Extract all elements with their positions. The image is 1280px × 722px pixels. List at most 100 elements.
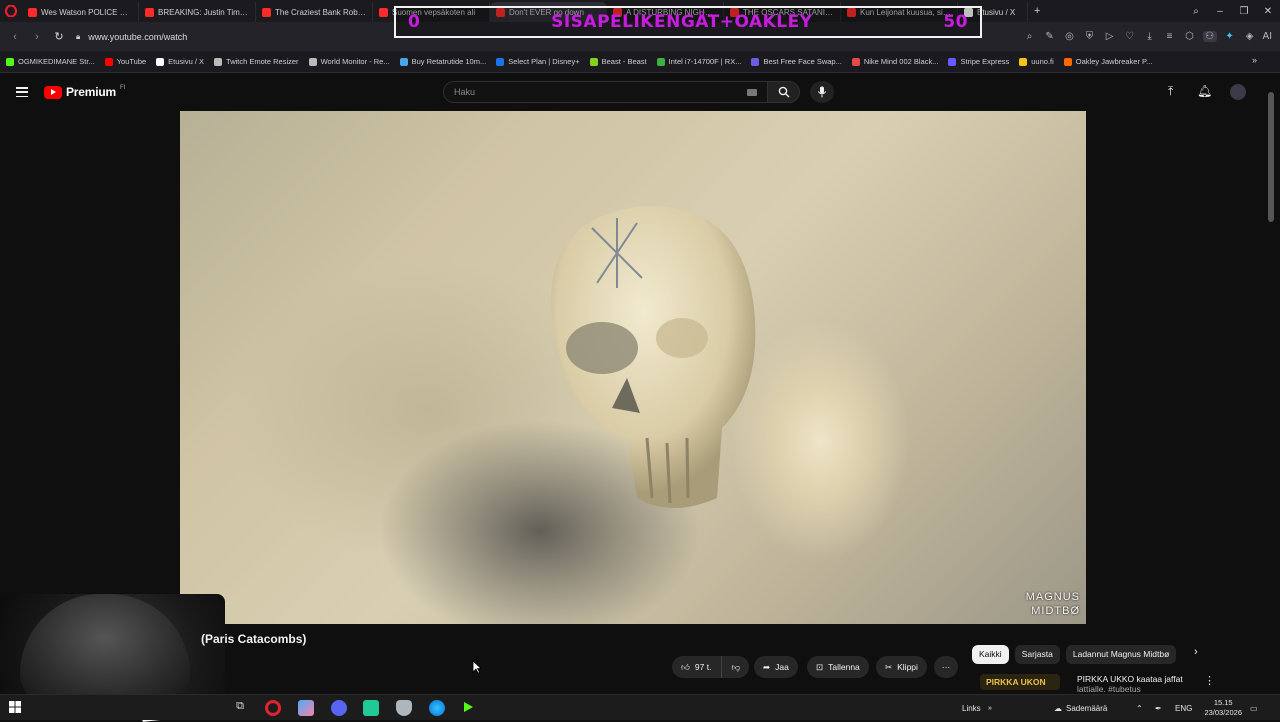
filter-chip[interactable]: Ladannut Magnus Midtbø xyxy=(1065,644,1177,664)
recommendation-thumbnail[interactable]: PIRKKA UKON xyxy=(980,674,1060,690)
bookmark-item[interactable]: Intel i7-14700F | RX... xyxy=(656,57,741,66)
url-field[interactable]: 🔒︎ www.youtube.com/watch xyxy=(76,32,187,42)
reload-icon[interactable]: ↻ xyxy=(48,30,70,43)
bookmark-item[interactable]: uuno.fi xyxy=(1019,57,1054,66)
ai-icon[interactable]: ✦ xyxy=(1223,31,1237,42)
bookmark-item[interactable]: Nike Mind 002 Black... xyxy=(851,57,938,66)
tray-links-chevron-icon[interactable]: » xyxy=(988,695,992,721)
notifications-icon[interactable]: ▭ xyxy=(1250,695,1258,721)
recommendation-title[interactable]: PIRKKA UKKO kaataa jaffat lattialle. #tu… xyxy=(1077,674,1183,694)
filter-chip[interactable]: Sarjasta xyxy=(1014,644,1060,664)
windows-start-icon[interactable] xyxy=(8,700,24,716)
bookmark-item[interactable]: Oakley Jawbreaker P... xyxy=(1063,57,1152,66)
search-input[interactable]: Haku xyxy=(443,81,768,103)
tray-up-icon[interactable]: ⌃ xyxy=(1136,695,1143,721)
search-placeholder: Haku xyxy=(454,87,476,97)
kick-taskbar-icon[interactable] xyxy=(461,700,477,716)
clip-button[interactable]: ✂ Klippi xyxy=(876,656,927,678)
bookmark-item[interactable]: Select Plan | Disney+ xyxy=(496,57,580,66)
language-indicator[interactable]: ENG xyxy=(1175,695,1192,721)
upload-icon[interactable]: ⤒ xyxy=(1168,84,1173,99)
like-dislike-group: 👍︎ 97 t. 👎︎ xyxy=(672,656,750,678)
pen-icon[interactable]: ✒ xyxy=(1155,695,1162,721)
thumbs-up-icon: 👍︎ xyxy=(681,661,690,672)
opera-taskbar-icon[interactable] xyxy=(265,700,281,716)
bookmark-label: OGMIKEDIMANE Str... xyxy=(18,57,95,66)
download-icon[interactable]: ⤓ xyxy=(1143,31,1157,42)
menu-list-icon[interactable]: ≡ xyxy=(1163,31,1177,42)
save-button[interactable]: ⊡ Tallenna xyxy=(807,656,869,678)
browser-tab[interactable]: BREAKING: Justin Timberl xyxy=(139,2,256,22)
share-button[interactable]: ➦ Jaa xyxy=(754,656,798,678)
camera-icon[interactable]: ◎ xyxy=(1063,31,1077,42)
minimize-icon[interactable]: – xyxy=(1208,6,1232,17)
chips-next-icon[interactable]: › xyxy=(1194,646,1198,658)
profile-icon[interactable]: ⚇ xyxy=(1202,31,1217,42)
scissors-icon: ✂ xyxy=(885,661,893,672)
browser-search-icon[interactable]: ⌕ xyxy=(1184,6,1208,17)
task-view-icon[interactable]: ⧉ xyxy=(232,700,248,716)
browser-tab[interactable]: The Craziest Bank Robber xyxy=(256,2,373,22)
voice-search-button[interactable] xyxy=(810,81,834,103)
system-clock[interactable]: 15.15 23/03/2026 xyxy=(1204,698,1242,718)
youtube-play-icon xyxy=(44,85,62,99)
bookmark-label: Select Plan | Disney+ xyxy=(508,57,580,66)
restore-icon[interactable]: ❐ xyxy=(1232,6,1256,17)
recommendation-menu-icon[interactable]: ⋮ xyxy=(1204,674,1215,687)
bookmark-item[interactable]: YouTube xyxy=(104,57,146,66)
filter-chip[interactable]: Kaikki xyxy=(972,644,1009,664)
bookmark-item[interactable]: Stripe Express xyxy=(948,57,1009,66)
mouse-cursor-icon xyxy=(472,660,482,674)
ai-button[interactable]: AI xyxy=(1263,31,1272,42)
app-taskbar-icon[interactable] xyxy=(298,700,314,716)
hamburger-menu-icon[interactable] xyxy=(16,87,28,97)
bookmark-favicon-icon xyxy=(656,57,665,66)
tray-links[interactable]: Links xyxy=(962,695,981,721)
bookmark-item[interactable]: OGMIKEDIMANE Str... xyxy=(6,57,95,66)
opera-logo-icon[interactable] xyxy=(0,0,22,22)
more-actions-button[interactable]: ··· xyxy=(934,656,958,678)
bookmarks-overflow-icon[interactable]: » xyxy=(1252,55,1257,65)
shield-icon[interactable]: ⛨ xyxy=(1083,31,1097,42)
bookmark-item[interactable]: World Monitor - Re... xyxy=(308,57,390,66)
bookmark-item[interactable]: Best Free Face Swap... xyxy=(751,57,842,66)
search-button[interactable] xyxy=(768,81,800,103)
bookmark-item[interactable]: Buy Retatrutide 10m... xyxy=(399,57,486,66)
dislike-button[interactable]: 👎︎ xyxy=(721,656,750,678)
account-avatar[interactable] xyxy=(1230,84,1246,100)
shield-app-taskbar-icon[interactable] xyxy=(396,700,412,716)
edge-taskbar-icon[interactable] xyxy=(429,700,445,716)
notifications-bell-icon[interactable]: 🔔︎ xyxy=(1197,84,1212,98)
forward-icon[interactable]: › xyxy=(26,31,48,43)
cube-icon[interactable]: ◈ xyxy=(1243,31,1257,42)
video-player[interactable]: MAGNUS MIDTBØ xyxy=(180,111,1086,624)
new-tab-button[interactable]: + xyxy=(1028,1,1046,21)
tab-label: Wes Watson POLICE REPO xyxy=(41,7,132,17)
bookmark-favicon-icon xyxy=(156,57,165,66)
close-icon[interactable]: ✕ xyxy=(1256,6,1280,17)
bookmark-favicon-icon xyxy=(1063,57,1072,66)
tab-label: The Craziest Bank Robber xyxy=(275,7,366,17)
youtube-premium-logo[interactable]: Premium FI xyxy=(44,85,125,99)
heart-icon[interactable]: ♡ xyxy=(1123,31,1137,42)
keyboard-icon[interactable] xyxy=(747,89,757,96)
youtube-favicon-icon xyxy=(262,7,271,17)
page-scrollbar[interactable] xyxy=(1268,92,1274,222)
discord-taskbar-icon[interactable] xyxy=(331,700,347,716)
weather-widget[interactable]: ☁ Sademäärä xyxy=(1054,695,1107,721)
overlay-title: SISAPELIKENGÄT+OAKLEY xyxy=(551,12,813,32)
bookmark-item[interactable]: Twitch Emote Resizer xyxy=(214,57,299,66)
app-green-taskbar-icon[interactable] xyxy=(363,700,379,716)
bookmark-item[interactable]: Beast - Beast xyxy=(589,57,647,66)
save-label: Tallenna xyxy=(828,662,860,672)
bookmark-favicon-icon xyxy=(214,57,223,66)
play-icon[interactable]: ▷ xyxy=(1103,31,1117,42)
watermark-line-1: MAGNUS xyxy=(1025,591,1080,603)
edit-icon[interactable]: ✎ xyxy=(1043,31,1057,42)
browser-tab[interactable]: Wes Watson POLICE REPO xyxy=(22,2,139,22)
like-button[interactable]: 👍︎ 97 t. xyxy=(672,656,722,678)
extension-icon[interactable]: ⬡ xyxy=(1183,31,1197,42)
bookmark-item[interactable]: Etusivu / X xyxy=(156,57,204,66)
search-icon[interactable]: ⌕ xyxy=(1023,31,1037,42)
back-icon[interactable]: ‹ xyxy=(4,31,26,43)
